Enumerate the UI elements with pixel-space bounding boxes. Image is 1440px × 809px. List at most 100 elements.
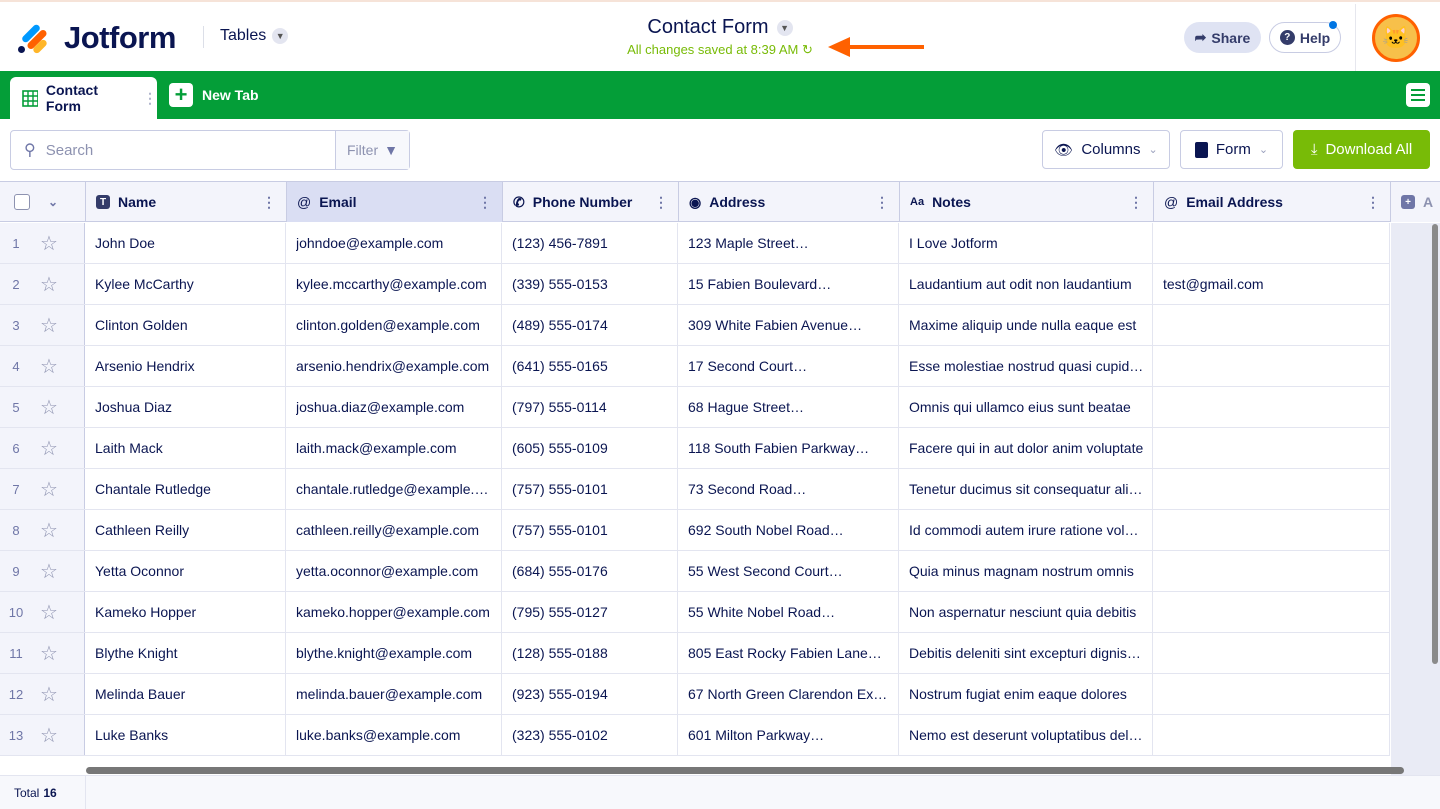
cell-address[interactable]: 17 Second Court… bbox=[678, 346, 899, 386]
table-row[interactable]: 2 ☆ Kylee McCarthy kylee.mccarthy@example.c… bbox=[0, 264, 1390, 305]
star-icon[interactable]: ☆ bbox=[40, 682, 66, 707]
table-row[interactable]: 5 ☆ Joshua Diaz joshua.diaz@example.com (797… bbox=[0, 387, 1390, 428]
menu-button[interactable] bbox=[1406, 83, 1430, 107]
column-menu-icon[interactable]: ⋮ bbox=[478, 194, 492, 211]
cell-name[interactable]: Joshua Diaz bbox=[85, 387, 286, 427]
cell-email[interactable]: chantale.rutledge@example.com bbox=[286, 469, 502, 509]
cell-name[interactable]: John Doe bbox=[85, 223, 286, 263]
cell-address[interactable]: 55 White Nobel Road… bbox=[678, 592, 899, 632]
cell-name[interactable]: Cathleen Reilly bbox=[85, 510, 286, 550]
cell-email[interactable]: blythe.knight@example.com bbox=[286, 633, 502, 673]
cell-name[interactable]: Luke Banks bbox=[85, 715, 286, 755]
cell-email-address[interactable] bbox=[1153, 428, 1390, 468]
cell-phone[interactable]: (797) 555-0114 bbox=[502, 387, 678, 427]
cell-phone[interactable]: (757) 555-0101 bbox=[502, 469, 678, 509]
cell-email[interactable]: arsenio.hendrix@example.com bbox=[286, 346, 502, 386]
cell-notes[interactable]: Id commodi autem irure ratione voluptas bbox=[899, 510, 1153, 550]
table-row[interactable]: 1 ☆ John Doe johndoe@example.com (123) 456-7… bbox=[0, 223, 1390, 264]
cell-phone[interactable]: (123) 456-7891 bbox=[502, 223, 678, 263]
cell-address[interactable]: 692 South Nobel Road… bbox=[678, 510, 899, 550]
cell-phone[interactable]: (757) 555-0101 bbox=[502, 510, 678, 550]
cell-phone[interactable]: (339) 555-0153 bbox=[502, 264, 678, 304]
cell-address[interactable]: 123 Maple Street… bbox=[678, 223, 899, 263]
cell-email[interactable]: laith.mack@example.com bbox=[286, 428, 502, 468]
column-menu-icon[interactable]: ⋮ bbox=[875, 194, 889, 211]
cell-email-address[interactable] bbox=[1153, 223, 1390, 263]
column-header-notes[interactable]: Aa Notes ⋮ bbox=[900, 182, 1154, 222]
tab-options-icon[interactable]: ⋮ bbox=[143, 90, 157, 107]
tab-contact-form[interactable]: Contact Form ⋮ bbox=[10, 77, 157, 119]
new-tab-button[interactable]: + New Tab bbox=[169, 83, 259, 107]
cell-notes[interactable]: Debitis deleniti sint excepturi dignissi… bbox=[899, 633, 1153, 673]
cell-email[interactable]: johndoe@example.com bbox=[286, 223, 502, 263]
download-all-button[interactable]: ⤓ Download All bbox=[1293, 130, 1430, 169]
form-title[interactable]: Contact Form ▼ bbox=[647, 16, 793, 39]
cell-email-address[interactable] bbox=[1153, 551, 1390, 591]
cell-phone[interactable]: (489) 555-0174 bbox=[502, 305, 678, 345]
form-button[interactable]: Form ⌄ bbox=[1180, 130, 1283, 169]
column-header-phone[interactable]: ✆ Phone Number ⋮ bbox=[503, 182, 679, 222]
cell-address[interactable]: 805 East Rocky Fabien Lane… bbox=[678, 633, 899, 673]
cell-name[interactable]: Yetta Oconnor bbox=[85, 551, 286, 591]
column-header-email-address[interactable]: @ Email Address ⋮ bbox=[1154, 182, 1391, 222]
cell-email[interactable]: kameko.hopper@example.com bbox=[286, 592, 502, 632]
column-menu-icon[interactable]: ⋮ bbox=[262, 194, 276, 211]
cell-address[interactable]: 73 Second Road… bbox=[678, 469, 899, 509]
cell-email[interactable]: joshua.diaz@example.com bbox=[286, 387, 502, 427]
column-menu-icon[interactable]: ⋮ bbox=[1129, 194, 1143, 211]
table-row[interactable]: 13 ☆ Luke Banks luke.banks@example.com (323)… bbox=[0, 715, 1390, 756]
cell-notes[interactable]: Tenetur ducimus sit consequatur aliqua bbox=[899, 469, 1153, 509]
table-row[interactable]: 3 ☆ Clinton Golden clinton.golden@example.c… bbox=[0, 305, 1390, 346]
cell-phone[interactable]: (323) 555-0102 bbox=[502, 715, 678, 755]
star-icon[interactable]: ☆ bbox=[40, 477, 66, 502]
cell-name[interactable]: Kameko Hopper bbox=[85, 592, 286, 632]
cell-phone[interactable]: (641) 555-0165 bbox=[502, 346, 678, 386]
cell-address[interactable]: 309 White Fabien Avenue… bbox=[678, 305, 899, 345]
cell-address[interactable]: 15 Fabien Boulevard… bbox=[678, 264, 899, 304]
table-row[interactable]: 6 ☆ Laith Mack laith.mack@example.com (605) … bbox=[0, 428, 1390, 469]
cell-notes[interactable]: I Love Jotform bbox=[899, 223, 1153, 263]
cell-address[interactable]: 55 West Second Court… bbox=[678, 551, 899, 591]
cell-phone[interactable]: (795) 555-0127 bbox=[502, 592, 678, 632]
star-icon[interactable]: ☆ bbox=[40, 723, 66, 748]
table-row[interactable]: 12 ☆ Melinda Bauer melinda.bauer@example.co… bbox=[0, 674, 1390, 715]
cell-email-address[interactable] bbox=[1153, 305, 1390, 345]
cell-email[interactable]: cathleen.reilly@example.com bbox=[286, 510, 502, 550]
column-menu-icon[interactable]: ⋮ bbox=[654, 194, 668, 211]
cell-name[interactable]: Chantale Rutledge bbox=[85, 469, 286, 509]
star-icon[interactable]: ☆ bbox=[40, 354, 66, 379]
table-row[interactable]: 10 ☆ Kameko Hopper kameko.hopper@example.co… bbox=[0, 592, 1390, 633]
cell-address[interactable]: 67 North Green Clarendon Ex… bbox=[678, 674, 899, 714]
star-icon[interactable]: ☆ bbox=[40, 231, 66, 256]
column-header-name[interactable]: T Name ⋮ bbox=[86, 182, 287, 222]
cell-notes[interactable]: Omnis qui ullamco eius sunt beatae bbox=[899, 387, 1153, 427]
star-icon[interactable]: ☆ bbox=[40, 436, 66, 461]
cell-address[interactable]: 118 South Fabien Parkway… bbox=[678, 428, 899, 468]
cell-email-address[interactable] bbox=[1153, 592, 1390, 632]
cell-notes[interactable]: Maxime aliquip unde nulla eaque est bbox=[899, 305, 1153, 345]
table-row[interactable]: 9 ☆ Yetta Oconnor yetta.oconnor@example.com… bbox=[0, 551, 1390, 592]
table-row[interactable]: 8 ☆ Cathleen Reilly cathleen.reilly@example… bbox=[0, 510, 1390, 551]
cell-address[interactable]: 601 Milton Parkway… bbox=[678, 715, 899, 755]
search-input[interactable]: ⚲ Search Filter ▼ bbox=[10, 130, 410, 170]
filter-button[interactable]: Filter ▼ bbox=[335, 131, 409, 169]
cell-name[interactable]: Laith Mack bbox=[85, 428, 286, 468]
star-icon[interactable]: ☆ bbox=[40, 518, 66, 543]
cell-notes[interactable]: Non aspernatur nesciunt quia debitis bbox=[899, 592, 1153, 632]
cell-email[interactable]: kylee.mccarthy@example.com bbox=[286, 264, 502, 304]
cell-notes[interactable]: Nemo est deserunt voluptatibus deleniti bbox=[899, 715, 1153, 755]
table-row[interactable]: 7 ☆ Chantale Rutledge chantale.rutledge@exa… bbox=[0, 469, 1390, 510]
star-icon[interactable]: ☆ bbox=[40, 600, 66, 625]
column-header-address[interactable]: ◉ Address ⋮ bbox=[679, 182, 900, 222]
cell-email-address[interactable] bbox=[1153, 674, 1390, 714]
cell-email-address[interactable]: test@gmail.com bbox=[1153, 264, 1390, 304]
cell-name[interactable]: Blythe Knight bbox=[85, 633, 286, 673]
vertical-scrollbar[interactable] bbox=[1432, 224, 1438, 664]
cell-notes[interactable]: Nostrum fugiat enim eaque dolores bbox=[899, 674, 1153, 714]
help-button[interactable]: ? Help bbox=[1269, 21, 1341, 53]
avatar[interactable]: 🐱 bbox=[1372, 14, 1420, 62]
cell-phone[interactable]: (923) 555-0194 bbox=[502, 674, 678, 714]
cell-notes[interactable]: Laudantium aut odit non laudantium bbox=[899, 264, 1153, 304]
cell-email-address[interactable] bbox=[1153, 633, 1390, 673]
star-icon[interactable]: ☆ bbox=[40, 395, 66, 420]
